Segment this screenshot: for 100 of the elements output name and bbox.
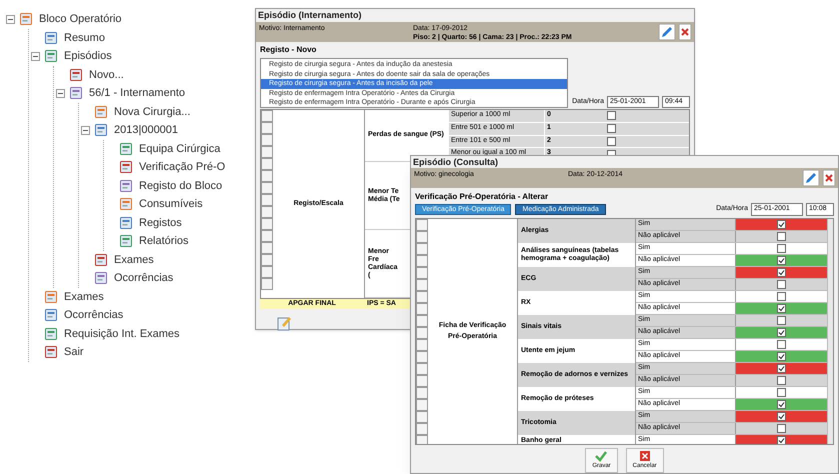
checkbox[interactable]	[777, 268, 786, 278]
tree-item[interactable]: Consumíveis	[139, 196, 203, 212]
collapse-icon[interactable]	[81, 126, 90, 135]
document-icon	[119, 216, 133, 230]
scrollbar[interactable]	[827, 219, 833, 444]
row-header[interactable]	[261, 158, 273, 170]
section-title: Registo - Novo	[259, 44, 318, 56]
row-header[interactable]	[416, 423, 428, 436]
row-header[interactable]	[416, 363, 428, 376]
tree-item[interactable]: Ocorrências	[114, 270, 174, 286]
document-icon	[94, 104, 108, 119]
collapse-icon[interactable]	[31, 52, 40, 61]
checkbox[interactable]	[777, 436, 786, 444]
checkbox[interactable]	[777, 400, 786, 410]
tree-item[interactable]: Sair	[64, 344, 84, 360]
collapse-icon[interactable]	[56, 88, 65, 98]
tree-item[interactable]: Nova Cirurgia...	[114, 104, 190, 120]
row-header[interactable]	[416, 327, 428, 340]
checkbox[interactable]	[777, 412, 786, 422]
tree-item[interactable]: Exames	[64, 288, 104, 305]
row-header[interactable]	[261, 230, 273, 242]
checkbox[interactable]	[777, 328, 786, 338]
document-icon	[94, 252, 108, 267]
row-header[interactable]	[416, 291, 428, 304]
row-header[interactable]	[416, 339, 428, 352]
row-header[interactable]	[261, 110, 273, 122]
tree-item[interactable]: Ocorrências	[64, 307, 124, 324]
tree-item[interactable]: Novo...	[89, 66, 124, 83]
record-list[interactable]	[260, 58, 568, 108]
checkbox[interactable]	[777, 244, 786, 254]
close-icon[interactable]	[679, 24, 691, 40]
document-icon	[44, 49, 58, 64]
tree-item[interactable]: Episódios	[64, 48, 112, 64]
row-header[interactable]	[261, 242, 273, 254]
row-header[interactable]	[416, 279, 428, 292]
row-header[interactable]	[261, 194, 273, 206]
document-icon	[44, 308, 58, 322]
close-icon[interactable]	[823, 170, 835, 186]
row-header[interactable]	[416, 303, 428, 316]
tree-item[interactable]: Resumo	[64, 30, 105, 46]
checkbox[interactable]	[777, 352, 786, 362]
checkbox[interactable]	[777, 340, 786, 350]
document-icon	[119, 142, 133, 156]
tree-item[interactable]: Registos	[139, 214, 182, 231]
tree-item[interactable]: Requisição Int. Exames	[64, 326, 180, 342]
pencil-icon[interactable]	[659, 24, 675, 40]
row-header[interactable]	[261, 218, 273, 230]
checkbox[interactable]	[607, 124, 616, 134]
row-header[interactable]	[416, 267, 428, 280]
row-header[interactable]	[261, 170, 273, 182]
document-icon	[44, 326, 58, 341]
row-header[interactable]	[261, 182, 273, 194]
checkbox[interactable]	[607, 111, 616, 120]
collapse-icon[interactable]	[6, 14, 15, 24]
tree-item[interactable]: 56/1 - Internamento	[89, 85, 186, 102]
checkbox[interactable]	[777, 232, 786, 242]
checkbox[interactable]	[777, 376, 786, 386]
row-header[interactable]	[261, 254, 273, 266]
document-icon	[19, 12, 33, 26]
row-header[interactable]	[416, 243, 428, 256]
row-header[interactable]	[416, 435, 428, 444]
cancel-icon	[638, 450, 651, 462]
row-header[interactable]	[416, 231, 428, 244]
tree-item[interactable]: Equipa Cirúrgica	[139, 140, 220, 157]
window-title: Episódio (Internamento)	[257, 9, 362, 22]
tree-item[interactable]: Verificação Pré-O	[139, 159, 226, 176]
row-header[interactable]	[261, 146, 273, 158]
document-icon	[94, 271, 108, 286]
row-header[interactable]	[261, 134, 273, 146]
row-header[interactable]	[261, 278, 273, 290]
checkbox[interactable]	[777, 424, 786, 434]
row-header[interactable]	[261, 206, 273, 218]
pencil-icon[interactable]	[803, 170, 819, 186]
row-header[interactable]	[416, 411, 428, 424]
checkbox[interactable]	[777, 364, 786, 374]
tree-item[interactable]: Exames	[114, 252, 154, 268]
tree-item[interactable]: Bloco Operatório	[39, 11, 122, 28]
checkbox[interactable]	[777, 304, 786, 314]
row-header[interactable]	[261, 266, 273, 278]
row-header[interactable]	[416, 375, 428, 388]
section-title: Verificação Pré-Operatória - Alterar	[414, 190, 550, 203]
tree-item[interactable]: Registo do Bloco	[139, 178, 222, 194]
edit-document-icon[interactable]	[276, 315, 292, 331]
tree-item[interactable]: 2013|000001	[114, 122, 178, 138]
checkbox[interactable]	[777, 220, 786, 230]
checkbox[interactable]	[777, 256, 786, 266]
row-header[interactable]	[416, 315, 428, 328]
row-header[interactable]	[416, 255, 428, 268]
row-header[interactable]	[416, 387, 428, 400]
checkbox[interactable]	[777, 388, 786, 398]
row-header[interactable]	[261, 122, 273, 134]
checkbox[interactable]	[607, 136, 616, 146]
checkbox[interactable]	[777, 316, 786, 326]
tree-item[interactable]: Relatórios	[139, 233, 189, 250]
row-header[interactable]	[416, 399, 428, 412]
checkbox[interactable]	[777, 292, 786, 302]
row-header[interactable]	[416, 219, 428, 232]
row-header[interactable]	[416, 351, 428, 364]
checkmark-icon	[595, 450, 608, 462]
checkbox[interactable]	[777, 280, 786, 290]
